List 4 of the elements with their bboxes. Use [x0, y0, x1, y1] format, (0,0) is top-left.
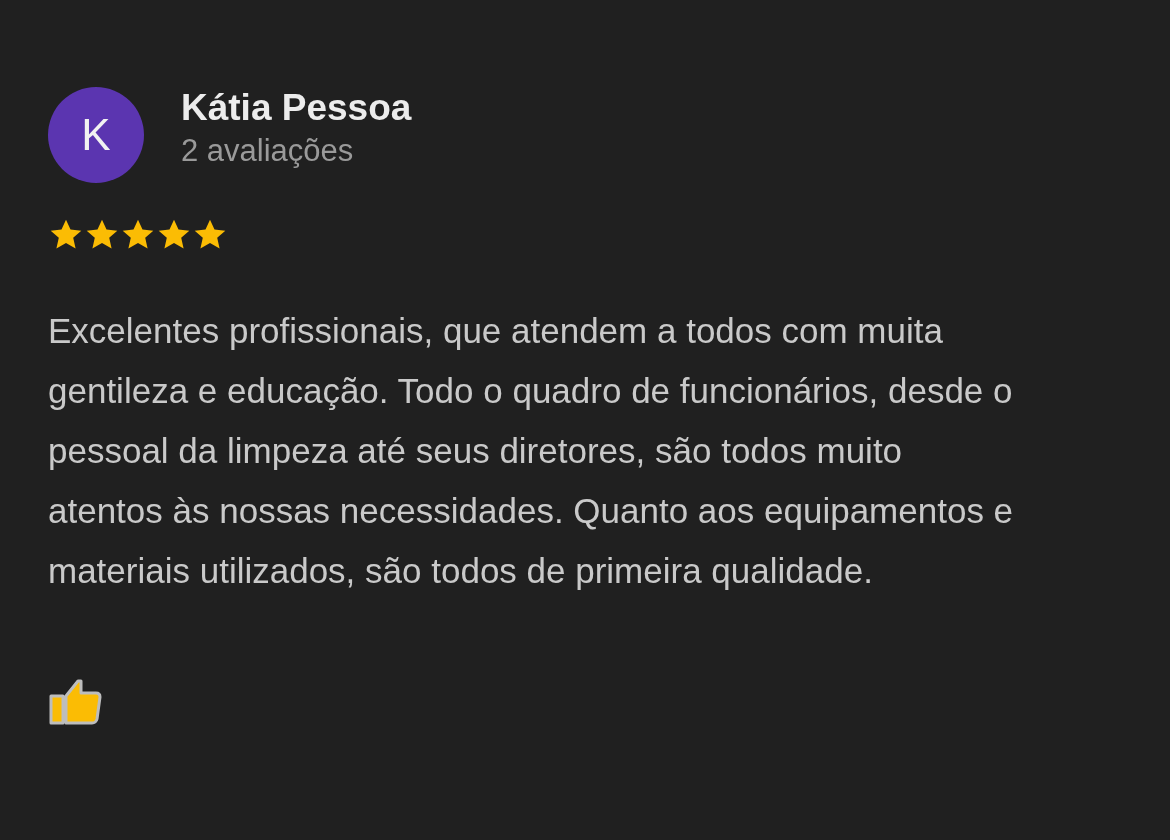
author-name: Kátia Pessoa: [181, 87, 412, 129]
review-count: 2 avaliações: [181, 133, 355, 169]
avatar: K: [48, 87, 144, 183]
review-text: Excelentes profissionais, que atendem a todos com muita gentileza e educação. Todo o quadro de funcionários, desde o pessoal da limpeza até seus diretores, são todos muito atentos às nossas necessidades. Quanto aos equipamentos e materiais utilizados, são todos de primeira qualidade.: [48, 310, 1015, 592]
